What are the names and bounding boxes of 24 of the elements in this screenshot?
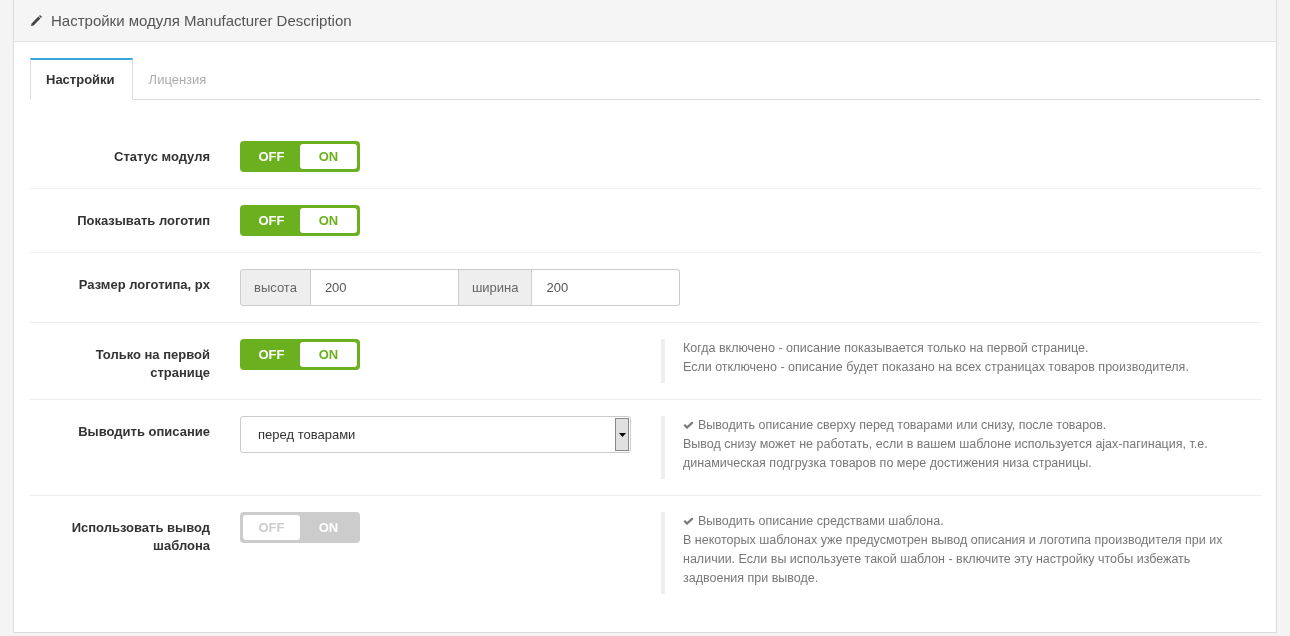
help-text: Выводить описание средствами шаблона. bbox=[698, 513, 944, 530]
input-addon: ширина bbox=[457, 269, 533, 306]
panel-title: Настройки модуля Manufacturer Description bbox=[51, 12, 352, 29]
help-text: Когда включено - описание показывается только на первой странице. bbox=[683, 340, 1090, 357]
help-text: Выводить описание сверху перед товарами или снизу, после товаров. bbox=[698, 417, 1107, 434]
tab[interactable]: Настройки bbox=[30, 58, 133, 100]
field-label: Статус модуля bbox=[114, 148, 210, 166]
toggle-switch[interactable]: OFF ON bbox=[240, 339, 360, 370]
field-label: Показывать логотип bbox=[77, 212, 210, 230]
input-field[interactable]: 200 bbox=[310, 269, 458, 306]
help-text: В некоторых шаблонах уже предусмотрен вывод описания и логотипа производителя при их наличии. Если вы используете такой шаблон - включите эту настройку чтобы избежать задвоения при выводе. bbox=[683, 532, 1224, 587]
field-label: Использовать вывод шаблона bbox=[70, 519, 210, 555]
field-label: Только на первой странице bbox=[94, 346, 210, 382]
pencil-icon bbox=[30, 14, 42, 27]
field-label: Размер логотипа, px bbox=[78, 276, 210, 294]
field-label: Выводить описание bbox=[78, 423, 210, 441]
input-field[interactable]: 200 bbox=[532, 269, 681, 306]
tab[interactable]: Лицензия bbox=[132, 58, 225, 100]
toggle-switch[interactable]: OFF ON bbox=[240, 205, 360, 236]
help-text: Если отключено - описание будет показано на всех страницах товаров производителя. bbox=[683, 359, 1190, 376]
toggle-switch[interactable]: OFF ON bbox=[240, 141, 360, 172]
dropdown-select[interactable]: перед товарами bbox=[240, 416, 631, 453]
input-addon: высота bbox=[240, 269, 311, 306]
help-text: Вывод снизу может не работать, если в вашем шаблоне используется ajax-пагинация, т.е. динамическая подгрузка товаров по мере достижения низа страницы. bbox=[683, 436, 1209, 472]
